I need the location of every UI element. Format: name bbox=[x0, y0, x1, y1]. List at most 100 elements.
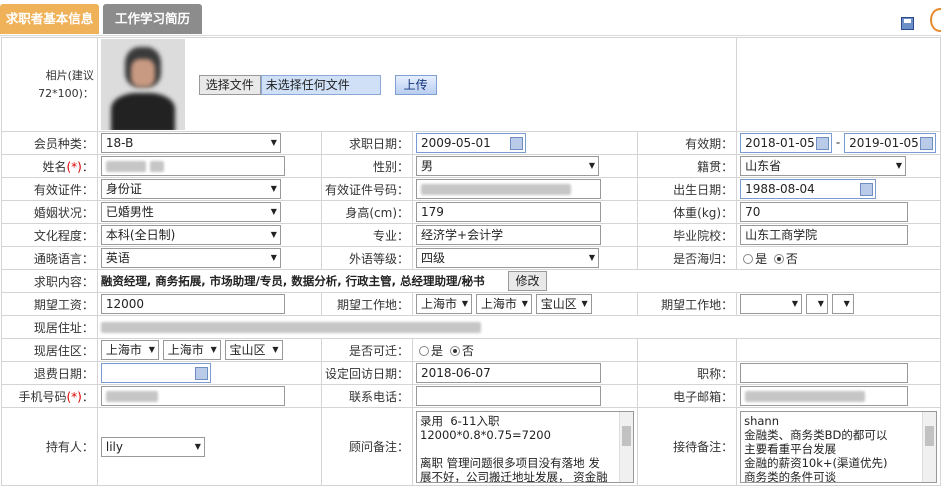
overseas-yes-label: 是 bbox=[755, 251, 768, 266]
overseas-radio-group: 是 否 bbox=[736, 246, 941, 270]
address-label: 现居住址： bbox=[1, 315, 98, 339]
consultant-note-scrollbar[interactable] bbox=[619, 411, 634, 482]
consultant-note-text: 录用 6-11入职 12000*0.8*0.75=7200 离职 管理问题很多项… bbox=[420, 413, 608, 483]
weight-input[interactable]: 70 bbox=[740, 202, 909, 222]
email-input[interactable] bbox=[740, 386, 909, 406]
visit-date-label: 设定回访日期： bbox=[321, 361, 414, 385]
holder-select[interactable]: lily bbox=[100, 436, 205, 457]
school-input[interactable]: 山东工商学院 bbox=[740, 225, 909, 245]
id-type-label: 有效证件： bbox=[1, 177, 98, 201]
native-label: 籍贯： bbox=[637, 154, 738, 178]
refresh-icon[interactable] bbox=[930, 8, 941, 32]
education-select[interactable]: 本科(全日制) bbox=[100, 225, 281, 245]
consultant-note-label: 顾问备注： bbox=[321, 407, 414, 486]
relocate-no-radio[interactable] bbox=[449, 346, 460, 356]
relocate-no-label: 否 bbox=[461, 343, 474, 358]
tab-bar: 求职者基本信息 工作学习简历 bbox=[0, 0, 941, 36]
tel-label: 联系电话： bbox=[321, 384, 414, 408]
relocate-radio-group: 是 否 bbox=[412, 338, 639, 362]
height-input[interactable]: 179 bbox=[416, 202, 602, 222]
id-type-select[interactable]: 身份证 bbox=[100, 179, 281, 199]
work-district-select[interactable]: 宝山区 bbox=[535, 294, 592, 314]
job-content-label: 求职内容： bbox=[1, 269, 98, 293]
title-input[interactable] bbox=[740, 363, 909, 383]
reception-note-textarea[interactable]: shann 金融类、商务类BD的都可以 主要看重平台发展 金融的薪资10k+(渠… bbox=[740, 410, 937, 483]
candidate-form: 相片(建议72*100)： 选择文件 未选择任何文件 上传 会员种类： 18-B … bbox=[1, 37, 941, 486]
file-name-display: 未选择任何文件 bbox=[260, 74, 381, 95]
reception-note-text: shann 金融类、商务类BD的都可以 主要看重平台发展 金融的薪资10k+(渠… bbox=[744, 413, 888, 483]
area-label: 现居住区： bbox=[1, 338, 98, 362]
valid-to-input[interactable]: 2019-01-05 bbox=[844, 133, 937, 153]
work2-city-select[interactable] bbox=[805, 294, 828, 314]
foreign-level-label: 外语等级： bbox=[321, 246, 414, 270]
candidate-photo bbox=[100, 39, 185, 130]
marriage-select[interactable]: 已婚男性 bbox=[100, 202, 281, 222]
visit-date-input[interactable]: 2018-06-07 bbox=[416, 363, 602, 383]
area-city-select[interactable]: 上海市 bbox=[162, 340, 221, 360]
consultant-note-textarea[interactable]: 录用 6-11入职 12000*0.8*0.75=7200 离职 管理问题很多项… bbox=[416, 410, 635, 483]
title-label: 职称： bbox=[637, 361, 738, 385]
upload-button[interactable]: 上传 bbox=[394, 74, 437, 95]
save-icon[interactable] bbox=[901, 17, 914, 30]
tab-work-resume[interactable]: 工作学习简历 bbox=[103, 4, 202, 34]
relocate-empty bbox=[637, 338, 738, 362]
phone-input[interactable] bbox=[100, 386, 285, 406]
language-label: 通晓语言： bbox=[1, 246, 98, 270]
major-input[interactable]: 经济学+会计学 bbox=[416, 225, 602, 245]
email-label: 电子邮箱： bbox=[637, 384, 738, 408]
relocate-yes-label: 是 bbox=[431, 343, 444, 358]
relocate-empty-2 bbox=[736, 338, 941, 362]
area-province-select[interactable]: 上海市 bbox=[100, 340, 159, 360]
member-type-select[interactable]: 18-B bbox=[100, 133, 281, 153]
choose-file-button[interactable]: 选择文件 bbox=[198, 74, 261, 95]
area-district-select[interactable]: 宝山区 bbox=[224, 340, 283, 360]
birth-date-input[interactable]: 1988-08-04 bbox=[740, 179, 877, 199]
salary-label: 期望工资： bbox=[1, 292, 98, 316]
language-select[interactable]: 英语 bbox=[100, 248, 281, 268]
work2-district-select[interactable] bbox=[831, 294, 854, 314]
id-no-input[interactable] bbox=[416, 179, 602, 199]
reception-note-label: 接待备注： bbox=[637, 407, 738, 486]
education-label: 文化程度： bbox=[1, 223, 98, 247]
school-label: 毕业院校： bbox=[637, 223, 738, 247]
work2-province-select[interactable] bbox=[740, 294, 803, 314]
overseas-yes-radio[interactable] bbox=[743, 254, 754, 264]
overseas-no-label: 否 bbox=[785, 251, 798, 266]
photo-empty bbox=[736, 37, 941, 132]
weight-label: 体重(kg)： bbox=[637, 200, 738, 224]
salary-input[interactable]: 12000 bbox=[100, 294, 285, 314]
apply-date-input[interactable]: 2009-05-01 bbox=[416, 133, 527, 153]
marriage-label: 婚姻状况： bbox=[1, 200, 98, 224]
native-select[interactable]: 山东省 bbox=[740, 156, 907, 176]
work-province-select[interactable]: 上海市 bbox=[416, 294, 473, 314]
valid-period-label: 有效期： bbox=[637, 131, 738, 155]
id-no-label: 有效证件号码： bbox=[321, 177, 414, 201]
height-label: 身高(cm)： bbox=[321, 200, 414, 224]
tab-basic-info[interactable]: 求职者基本信息 bbox=[0, 4, 99, 34]
address-value bbox=[96, 315, 941, 339]
name-required-mark: (*) bbox=[66, 159, 82, 174]
name-input[interactable] bbox=[100, 156, 285, 176]
relocate-yes-radio[interactable] bbox=[419, 346, 430, 356]
reception-note-scrollbar[interactable] bbox=[922, 411, 936, 482]
overseas-label: 是否海归： bbox=[637, 246, 738, 270]
foreign-level-select[interactable]: 四级 bbox=[416, 248, 600, 268]
job-content-value: 融资经理, 商务拓展, 市场助理/专员, 数据分析, 行政主管, 总经理助理/秘… bbox=[100, 274, 485, 288]
valid-period-separator: - bbox=[835, 135, 841, 150]
member-type-label: 会员种类： bbox=[1, 131, 98, 155]
refund-date-label: 退费日期： bbox=[1, 361, 98, 385]
gender-select[interactable]: 男 bbox=[416, 156, 600, 176]
phone-label: 手机号码(*)： bbox=[1, 384, 98, 408]
birth-label: 出生日期： bbox=[637, 177, 738, 201]
overseas-no-radio[interactable] bbox=[773, 254, 784, 264]
major-label: 专业： bbox=[321, 223, 414, 247]
photo-cell: 选择文件 未选择任何文件 上传 bbox=[96, 37, 737, 132]
job-content-edit-button[interactable]: 修改 bbox=[508, 271, 547, 291]
valid-from-input[interactable]: 2018-01-05 bbox=[740, 133, 833, 153]
tel-input[interactable] bbox=[416, 386, 602, 406]
refund-date-input[interactable] bbox=[100, 363, 211, 383]
work-city-select[interactable]: 上海市 bbox=[475, 294, 532, 314]
name-label: 姓名(*)： bbox=[1, 154, 98, 178]
holder-label: 持有人： bbox=[1, 407, 98, 486]
phone-required-mark: (*) bbox=[66, 389, 82, 404]
